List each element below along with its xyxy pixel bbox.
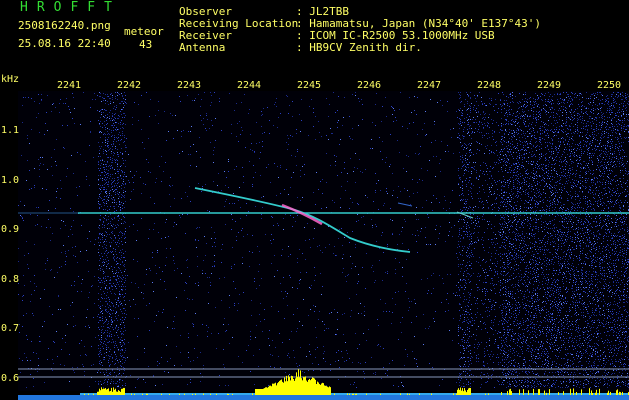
spectrogram bbox=[18, 91, 629, 400]
x-tick-label: 2249 bbox=[537, 80, 562, 91]
meteor-count: 43 bbox=[139, 38, 153, 51]
y-tick-label: 0.9 bbox=[1, 224, 20, 235]
hrofft-window: HROFFT 2508162240.png 25.08.16 22:40 met… bbox=[0, 0, 629, 400]
x-tick-label: 2250 bbox=[597, 80, 622, 91]
x-tick-label: 2246 bbox=[357, 80, 382, 91]
y-tick-label: 0.7 bbox=[1, 323, 20, 334]
meteor-label: meteor bbox=[124, 25, 164, 38]
filename: 2508162240.png bbox=[18, 19, 111, 32]
y-tick-label: 0.8 bbox=[1, 274, 20, 285]
x-tick-label: 2248 bbox=[477, 80, 502, 91]
app-title: HROFFT bbox=[20, 0, 121, 15]
x-tick-label: 2242 bbox=[117, 80, 142, 91]
x-tick-label: 2243 bbox=[177, 80, 202, 91]
x-tick-label: 2245 bbox=[297, 80, 322, 91]
level-floor bbox=[18, 395, 629, 400]
y-tick-label: 1.1 bbox=[1, 125, 20, 136]
x-tick-label: 2241 bbox=[57, 80, 82, 91]
antenna-value: : HB9CV Zenith dir. bbox=[296, 41, 422, 54]
y-tick-label: 0.6 bbox=[1, 373, 20, 384]
y-tick-label: 1.0 bbox=[1, 175, 20, 186]
y-unit-label: kHz bbox=[1, 74, 20, 85]
x-tick-label: 2247 bbox=[417, 80, 442, 91]
datetime: 25.08.16 22:40 bbox=[18, 37, 111, 50]
antenna-label: Antenna bbox=[179, 41, 226, 54]
x-tick-label: 2244 bbox=[237, 80, 262, 91]
